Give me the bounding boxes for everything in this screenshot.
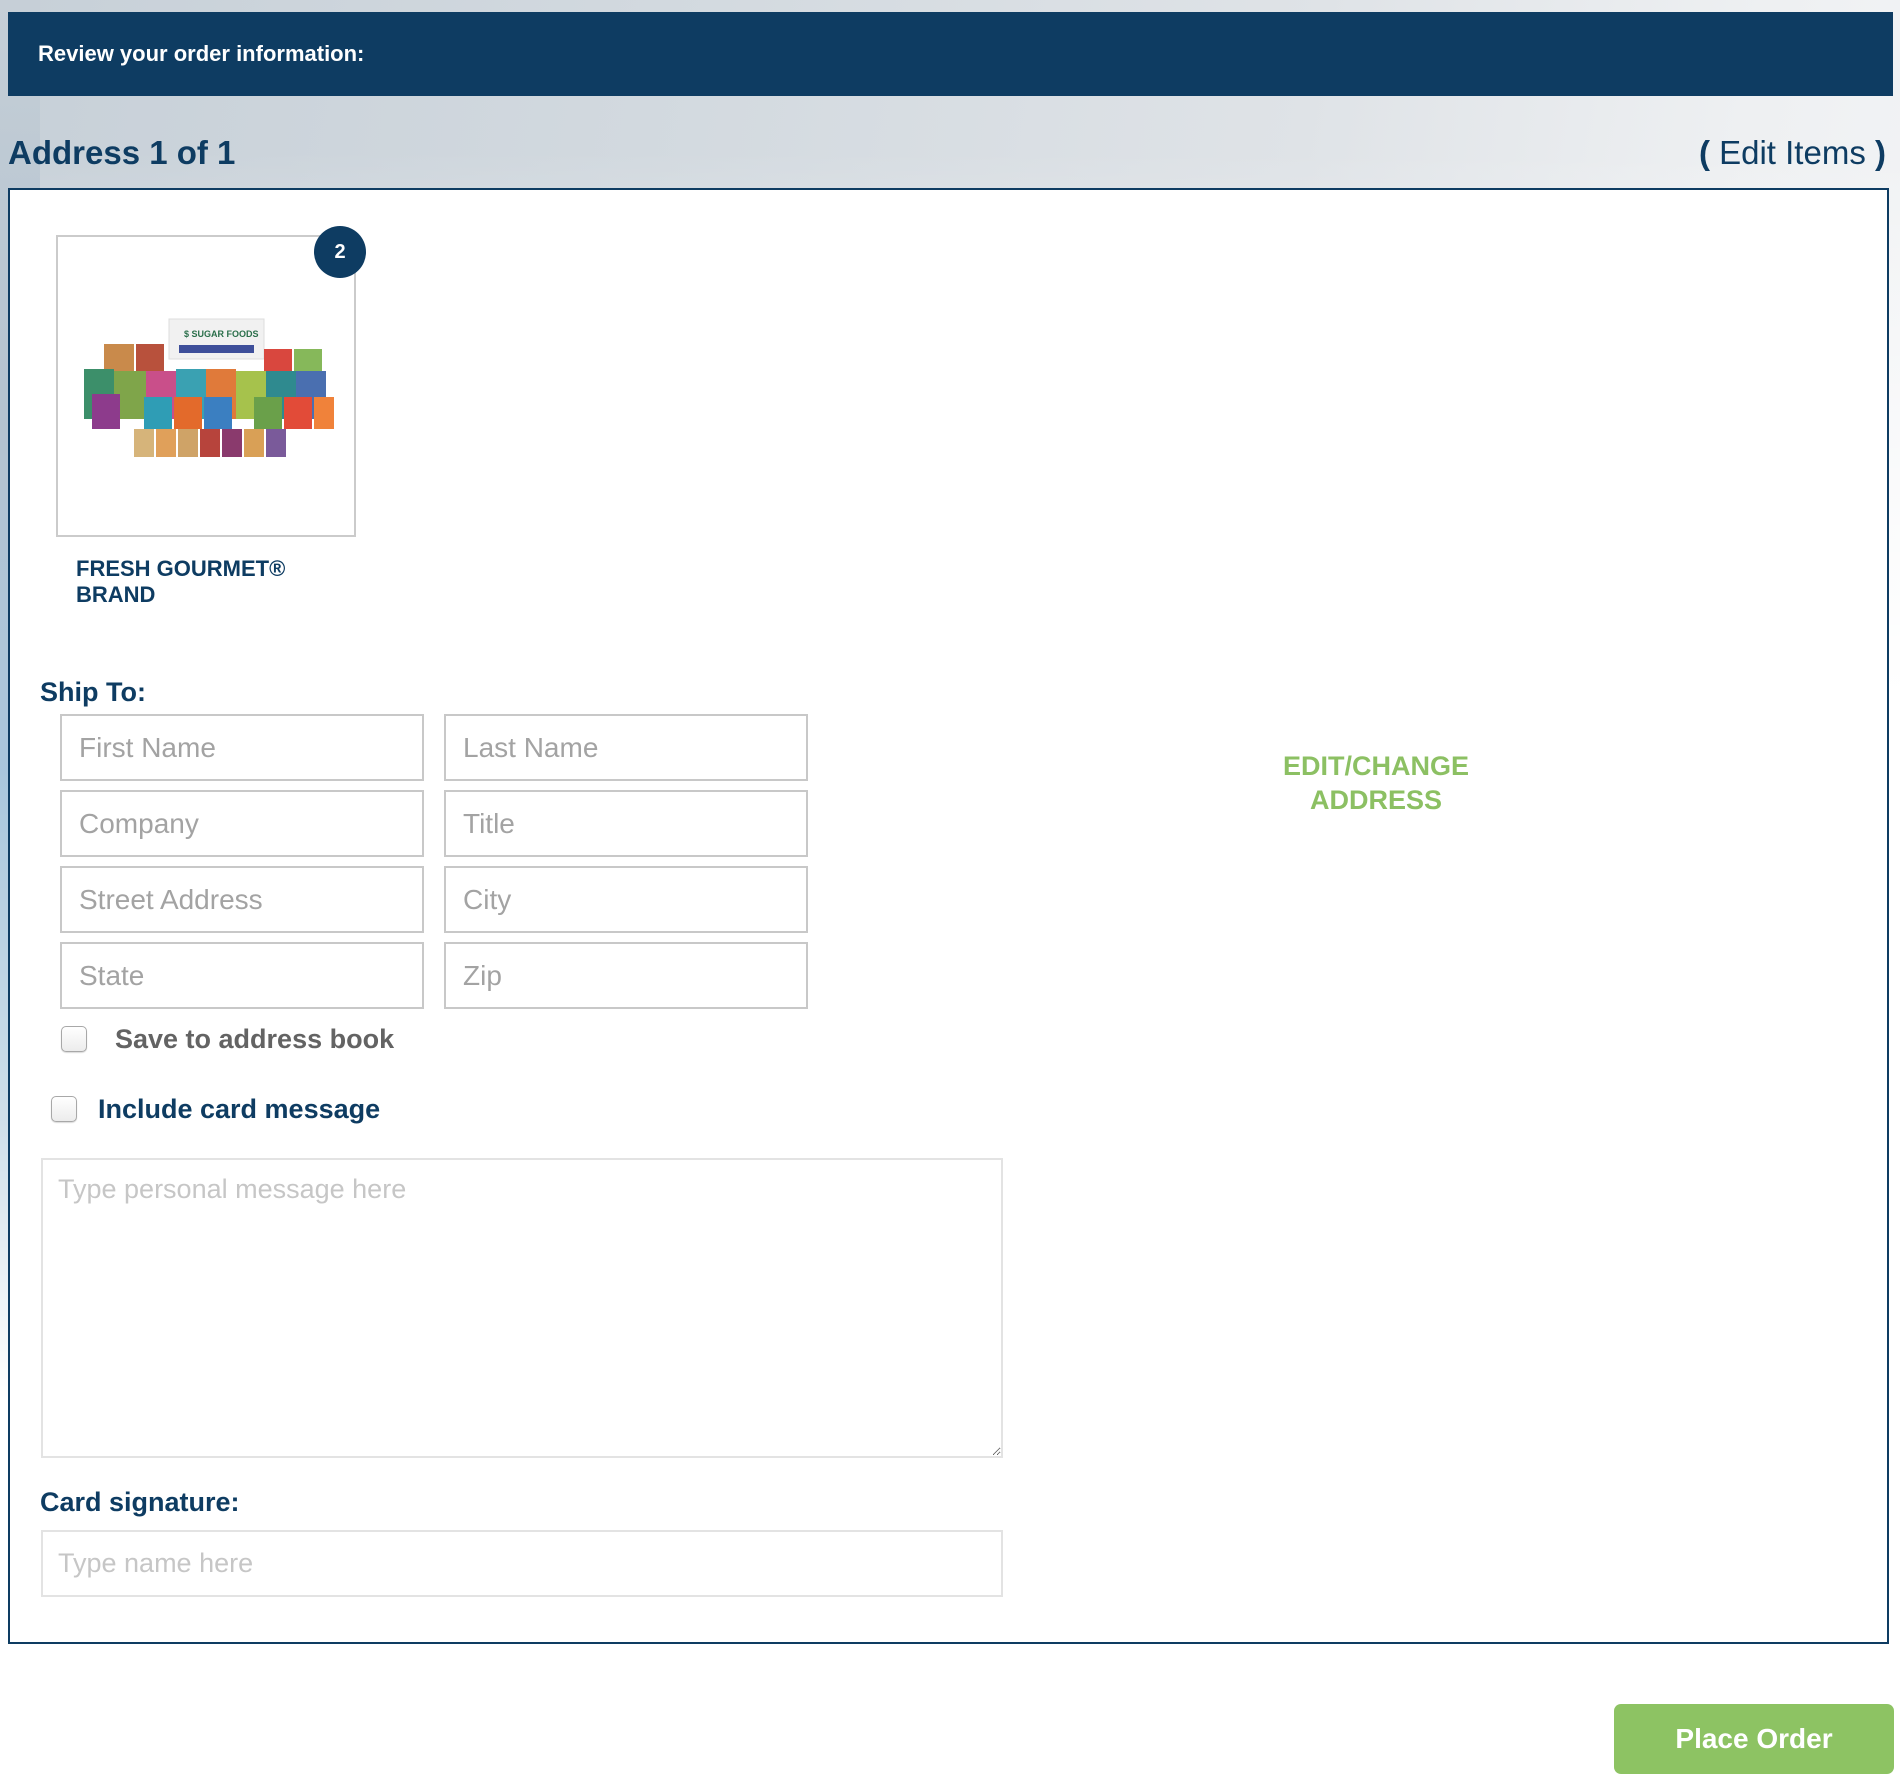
ship-to-label: Ship To: (40, 677, 146, 707)
include-card-message-checkbox[interactable] (51, 1096, 77, 1122)
zip-field[interactable] (444, 942, 808, 1009)
card-signature-label: Card signature: (40, 1487, 240, 1517)
header-title: Review your order information: (38, 41, 365, 66)
card-signature-input[interactable] (41, 1530, 1003, 1597)
close-paren: ) (1875, 134, 1886, 171)
city-field[interactable] (444, 866, 808, 933)
state-field[interactable] (60, 942, 424, 1009)
save-to-address-book-checkbox[interactable] (61, 1026, 87, 1052)
place-order-button[interactable]: Place Order (1614, 1704, 1894, 1774)
address-section-title: Address 1 of 1 (8, 134, 236, 171)
edit-change-address-line2[interactable]: ADDRESS (1226, 783, 1526, 817)
edit-change-address-link[interactable]: EDIT/CHANGE ADDRESS (1226, 749, 1526, 817)
include-card-message-label[interactable]: Include card message (98, 1094, 380, 1125)
product-name: FRESH GOURMET® BRAND (76, 556, 286, 607)
card-message-textarea[interactable] (41, 1158, 1003, 1458)
edit-items-link[interactable]: ( Edit Items ) (1699, 134, 1886, 172)
title-field[interactable] (444, 790, 808, 857)
quantity-badge: 2 (314, 226, 366, 278)
street-address-field[interactable] (60, 866, 424, 933)
product-bags (84, 344, 334, 457)
review-order-header: Review your order information: (8, 12, 1893, 96)
svg-text:$ SUGAR FOODS: $ SUGAR FOODS (184, 329, 259, 339)
open-paren: ( (1698, 134, 1710, 171)
product-assortment-image: $ SUGAR FOODS (84, 318, 334, 457)
last-name-field[interactable] (444, 714, 808, 781)
save-to-address-book-label[interactable]: Save to address book (115, 1024, 394, 1055)
first-name-field[interactable] (60, 714, 424, 781)
edit-change-address-line1[interactable]: EDIT/CHANGE (1226, 749, 1526, 783)
company-field[interactable] (60, 790, 424, 857)
product-tile[interactable]: $ SUGAR FOODS (56, 235, 356, 537)
edit-items-label[interactable]: Edit Items (1719, 134, 1866, 171)
